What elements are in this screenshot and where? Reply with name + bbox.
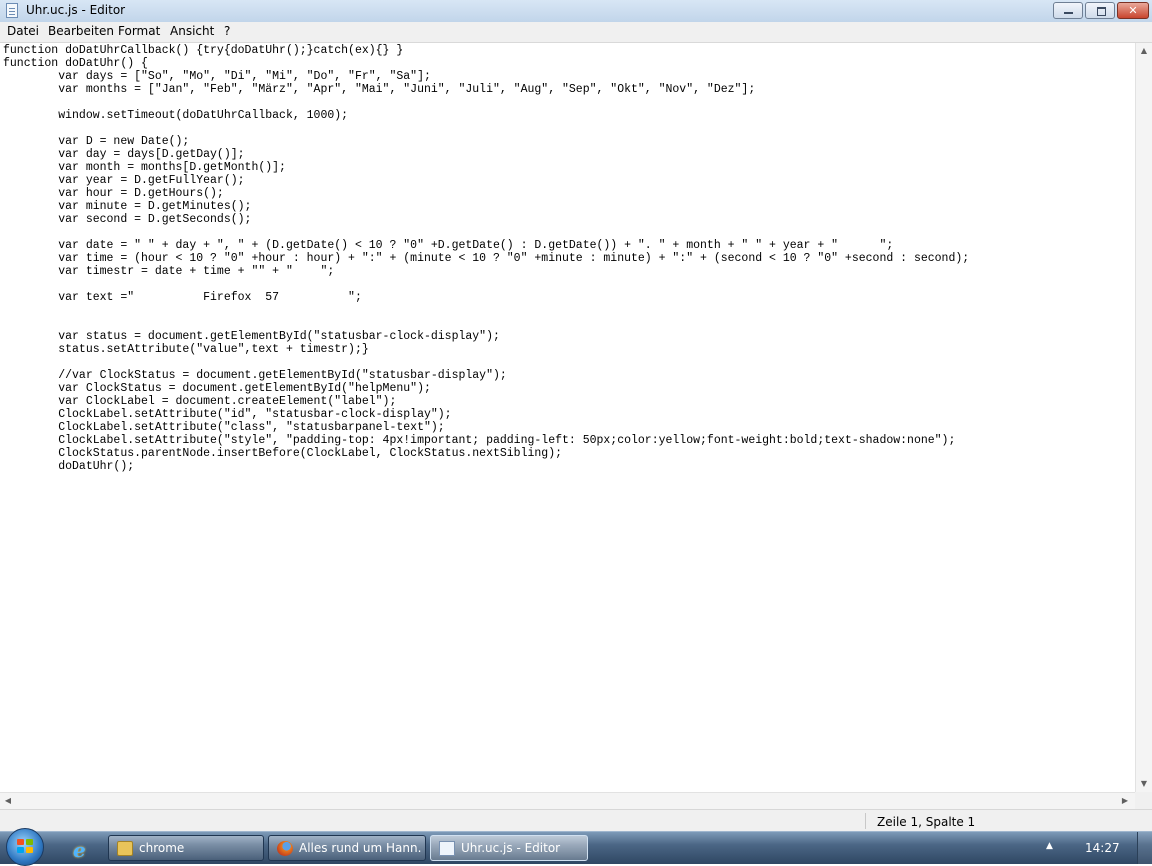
menu-bar: Datei Bearbeiten Format Ansicht ? (0, 22, 1152, 43)
taskbar-item-editor[interactable]: Uhr.uc.js - Editor (430, 835, 588, 861)
code-line: var timestr = date + time + "" + " "; (3, 265, 335, 278)
code-line: ClockLabel.setAttribute("style", "paddin… (3, 434, 956, 447)
taskbar-item-label: chrome (139, 841, 185, 855)
code-line: var second = D.getSeconds(); (3, 213, 252, 226)
restore-button[interactable] (1085, 2, 1115, 19)
close-button[interactable]: ✕ (1117, 2, 1149, 19)
cursor-position: Zeile 1, Spalte 1 (877, 815, 976, 829)
minimize-icon (1054, 3, 1082, 18)
code-line: ClockStatus.parentNode.insertBefore(Cloc… (3, 447, 562, 460)
menu-ansicht[interactable]: Ansicht (170, 24, 214, 38)
menu-help[interactable]: ? (224, 24, 230, 38)
code-line: var ClockLabel = document.createElement(… (3, 395, 397, 408)
status-divider (865, 813, 866, 829)
taskbar-item-label: Alles rund um Hann... (299, 841, 421, 855)
notepad-icon (439, 841, 455, 856)
code-line: doDatUhr(); (3, 460, 135, 473)
internet-explorer-button[interactable]: e (64, 835, 100, 862)
status-bar: Zeile 1, Spalte 1 (0, 809, 1152, 831)
scroll-right-icon[interactable]: ▶ (1117, 793, 1133, 809)
code-line: var date = " " + day + ", " + (D.getDate… (3, 239, 894, 252)
code-line: var day = days[D.getDay()]; (3, 148, 245, 161)
vertical-scrollbar[interactable]: ▲ ▼ (1135, 43, 1152, 792)
code-line: var time = (hour < 10 ? "0" +hour : hour… (3, 252, 970, 265)
notepad-icon (6, 3, 18, 18)
code-line: var days = ["So", "Mo", "Di", "Mi", "Do"… (3, 70, 431, 83)
scroll-left-icon[interactable]: ◀ (0, 793, 16, 809)
code-line: var status = document.getElementById("st… (3, 330, 500, 343)
code-line: var ClockStatus = document.getElementByI… (3, 382, 431, 395)
code-line: var D = new Date(); (3, 135, 190, 148)
close-icon: ✕ (1128, 4, 1138, 17)
scroll-down-icon[interactable]: ▼ (1136, 776, 1152, 792)
menu-format[interactable]: Format (118, 24, 160, 38)
code-line: ClockLabel.setAttribute("class", "status… (3, 421, 445, 434)
code-line: function doDatUhrCallback() {try{doDatUh… (3, 44, 404, 57)
show-desktop-button[interactable] (1137, 832, 1152, 864)
window-title: Uhr.uc.js - Editor (26, 3, 126, 17)
code-line: function doDatUhr() { (3, 57, 148, 70)
code-line: status.setAttribute("value",text + times… (3, 343, 369, 356)
horizontal-scrollbar[interactable]: ◀ ▶ (0, 792, 1135, 809)
taskbar-item-label: Uhr.uc.js - Editor (461, 841, 561, 855)
taskbar-clock[interactable]: 14:27 (1085, 841, 1120, 855)
menu-bearbeiten[interactable]: Bearbeiten (48, 24, 114, 38)
code-line: //var ClockStatus = document.getElementB… (3, 369, 507, 382)
code-line: window.setTimeout(doDatUhrCallback, 1000… (3, 109, 349, 122)
windows-logo-icon (17, 839, 34, 855)
scroll-up-icon[interactable]: ▲ (1136, 43, 1152, 59)
code-line: var hour = D.getHours(); (3, 187, 224, 200)
show-hidden-icons-icon[interactable]: ▲ (1046, 841, 1053, 851)
code-line: var minute = D.getMinutes(); (3, 200, 252, 213)
code-line: var year = D.getFullYear(); (3, 174, 245, 187)
internet-explorer-icon: e (73, 838, 86, 862)
taskbar: e chrome Alles rund um Hann... Uhr.uc.js… (0, 828, 1152, 866)
scrollbar-corner (1135, 792, 1152, 809)
minimize-button[interactable] (1053, 2, 1083, 19)
taskbar-item-firefox[interactable]: Alles rund um Hann... (268, 835, 426, 861)
firefox-icon (277, 841, 293, 856)
restore-icon (1086, 3, 1114, 18)
start-button[interactable] (6, 828, 44, 866)
code-line: var month = months[D.getMonth()]; (3, 161, 286, 174)
code-line: var months = ["Jan", "Feb", "März", "Apr… (3, 83, 756, 96)
text-editor[interactable]: function doDatUhrCallback() {try{doDatUh… (0, 43, 1135, 792)
title-bar[interactable]: Uhr.uc.js - Editor ✕ (0, 0, 1152, 23)
code-line: var text =" Firefox 57 "; (3, 291, 362, 304)
menu-datei[interactable]: Datei (7, 24, 39, 38)
taskbar-item-chrome[interactable]: chrome (108, 835, 264, 861)
folder-icon (117, 841, 133, 856)
code-line: ClockLabel.setAttribute("id", "statusbar… (3, 408, 452, 421)
